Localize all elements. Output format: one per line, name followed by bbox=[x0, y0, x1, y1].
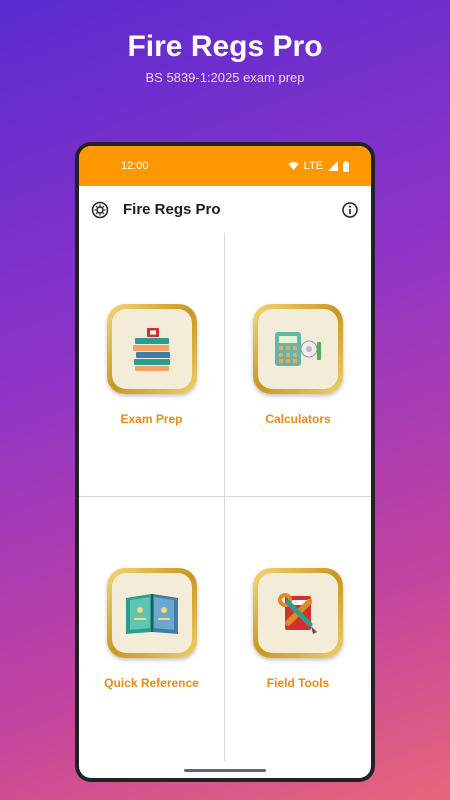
app-title: Fire Regs Pro bbox=[123, 201, 221, 218]
home-indicator[interactable] bbox=[184, 769, 266, 772]
quick-reference-tile bbox=[106, 568, 197, 658]
app-screen: 12:00 LTE Fire Regs Pro Exam Prep Calcul… bbox=[79, 146, 371, 778]
calculator-icon bbox=[275, 331, 321, 366]
info-button[interactable] bbox=[339, 199, 361, 221]
menu-item-quick-reference[interactable]: Quick Reference bbox=[79, 497, 225, 761]
exam-prep-tile bbox=[106, 303, 197, 394]
status-time: 12:00 bbox=[121, 160, 149, 172]
menu-item-exam-prep[interactable]: Exam Prep bbox=[79, 233, 225, 497]
promo-subtitle: BS 5839-1:2025 exam prep bbox=[145, 70, 305, 85]
field-tools-tile bbox=[253, 568, 343, 658]
signal-icon bbox=[328, 161, 338, 171]
calculators-tile bbox=[253, 303, 343, 394]
open-book-icon bbox=[125, 594, 178, 634]
menu-item-field-tools[interactable]: Field Tools bbox=[225, 497, 371, 761]
status-bar: 12:00 LTE bbox=[79, 146, 371, 186]
field-tools-label: Field Tools bbox=[266, 676, 330, 690]
app-bar: Fire Regs Pro bbox=[79, 186, 371, 233]
promo-title: Fire Regs Pro bbox=[127, 30, 323, 63]
network-type: LTE bbox=[303, 160, 323, 172]
info-icon bbox=[342, 201, 358, 218]
battery-icon bbox=[343, 160, 349, 172]
tools-icon bbox=[278, 593, 317, 634]
settings-icon bbox=[91, 201, 109, 218]
calculators-label: Calculators bbox=[265, 411, 331, 426]
settings-button[interactable] bbox=[89, 199, 111, 221]
exam-prep-label: Exam Prep bbox=[120, 411, 183, 426]
menu-grid: Exam Prep Calculators Quick Reference Fi… bbox=[79, 233, 371, 761]
books-icon bbox=[132, 327, 170, 371]
menu-item-calculators[interactable]: Calculators bbox=[225, 233, 371, 497]
status-icons: LTE bbox=[288, 160, 349, 172]
quick-reference-label: Quick Reference bbox=[104, 676, 199, 690]
wifi-icon bbox=[288, 162, 299, 170]
phone-frame: 12:00 LTE Fire Regs Pro Exam Prep Calcul… bbox=[75, 142, 375, 782]
